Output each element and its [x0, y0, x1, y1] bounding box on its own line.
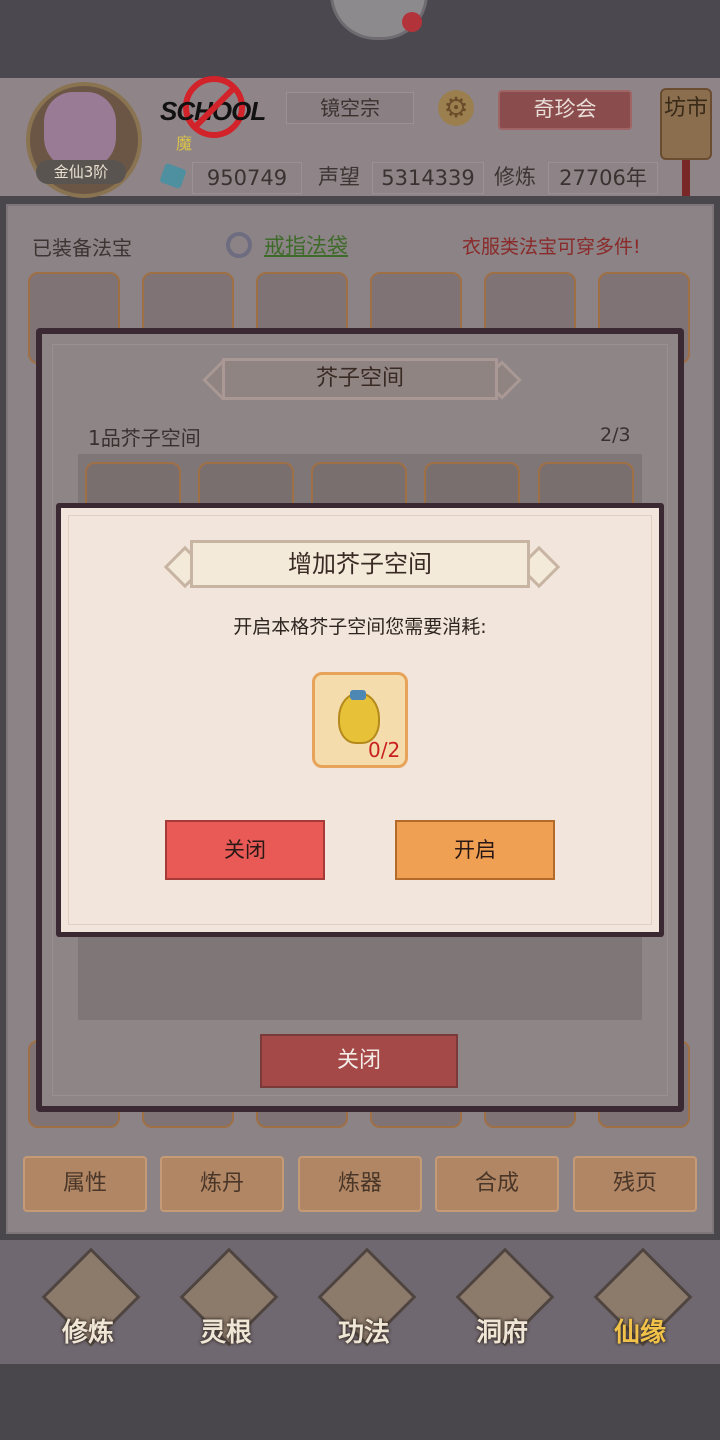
notification-dot [402, 12, 422, 32]
nav-techniques[interactable]: 功法 [314, 1247, 417, 1352]
bag-tie [350, 690, 366, 700]
lantern-tassel [682, 160, 690, 196]
reputation-label: 声望 [318, 165, 360, 189]
mustard-space-title: 芥子空间 [222, 358, 498, 400]
nav-cave-dwelling[interactable]: 洞府 [452, 1247, 555, 1352]
close-button[interactable]: 关闭 [165, 820, 325, 880]
cost-item-count: 0/2 [368, 738, 401, 762]
mustard-space-count: 2/3 [600, 424, 631, 446]
ring-icon [226, 232, 252, 258]
tab-synthesis[interactable]: 合成 [435, 1156, 559, 1212]
sect-name: 镜空宗 [286, 92, 414, 124]
clothing-note: 衣服类法宝可穿多件! [462, 236, 641, 258]
nav-label: 灵根 [199, 1318, 252, 1348]
mustard-space-subtitle: 1品芥子空间 [88, 426, 201, 450]
mustard-close-button[interactable]: 关闭 [260, 1034, 458, 1088]
cultivation-label: 修炼 [494, 165, 536, 189]
tab-fragments[interactable]: 残页 [573, 1156, 697, 1212]
nav-cultivate[interactable]: 修炼 [38, 1247, 141, 1352]
rank-badge: 金仙3阶 [36, 160, 126, 184]
cultivation-value: 27706年 [548, 162, 658, 194]
add-space-message: 开启本格芥子空间您需要消耗: [233, 616, 487, 638]
market-lantern-button[interactable]: 坊市 [660, 88, 712, 160]
reputation-value: 5314339 [372, 162, 484, 194]
avatar-portrait [44, 92, 116, 168]
ring-bag-link[interactable]: 戒指法袋 [264, 230, 348, 260]
add-space-title: 增加芥子空间 [190, 540, 530, 588]
gear-icon[interactable]: ⚙ [438, 90, 474, 126]
player-name: 魔 [176, 134, 193, 153]
tab-attributes[interactable]: 属性 [23, 1156, 147, 1212]
equipped-treasures-label: 已装备法宝 [32, 236, 132, 260]
open-button[interactable]: 开启 [395, 820, 555, 880]
nav-immortal-fate[interactable]: 仙缘 [590, 1247, 693, 1352]
nav-spirit-root[interactable]: 灵根 [176, 1247, 279, 1352]
spirit-stone-value: 950749 [192, 162, 302, 194]
nav-label: 修炼 [61, 1318, 114, 1348]
nav-label: 功法 [337, 1318, 390, 1348]
nav-label: 洞府 [475, 1318, 528, 1348]
nav-label-active: 仙缘 [613, 1318, 666, 1348]
tab-alchemy[interactable]: 炼丹 [160, 1156, 284, 1212]
treasure-auction-button[interactable]: 奇珍会 [498, 90, 632, 130]
bottom-area [0, 1364, 720, 1440]
tab-forging[interactable]: 炼器 [298, 1156, 422, 1212]
